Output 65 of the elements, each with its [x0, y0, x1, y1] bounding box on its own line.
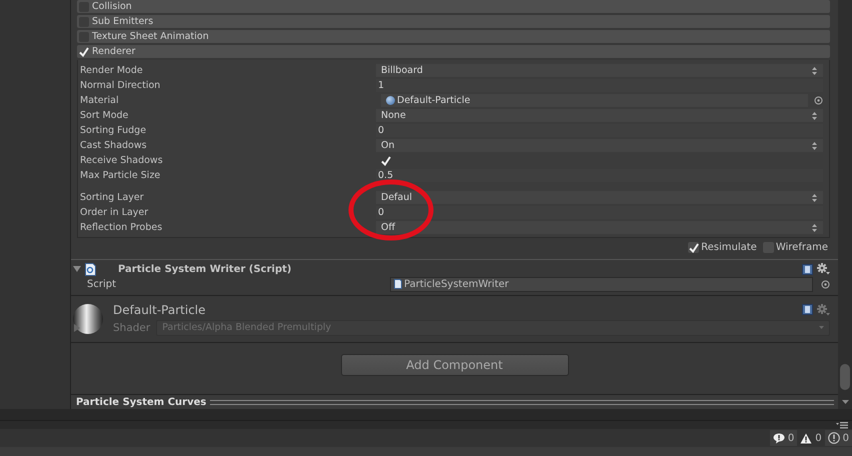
property-label: Script	[87, 278, 118, 290]
module-title: Renderer	[92, 46, 136, 57]
dropdown-arrow-icon	[812, 194, 817, 202]
module-title: Collision	[92, 1, 132, 12]
property-label: Reflection Probes	[79, 222, 164, 233]
count-label: 0	[842, 432, 849, 444]
checkbox[interactable]	[79, 46, 89, 56]
component-title: Particle System Writer (Script)	[118, 264, 292, 274]
module-title: Sub Emitters	[92, 16, 154, 27]
property-label: Material	[79, 95, 120, 106]
module-header[interactable]: Sub Emitters	[77, 15, 830, 28]
foldout-arrow-icon[interactable]	[73, 324, 81, 332]
count-label: 0	[788, 432, 794, 444]
foldout-arrow-icon[interactable]	[73, 265, 81, 273]
curves-title: Particle System Curves	[76, 396, 206, 408]
property-label: Max Particle Size	[79, 170, 162, 181]
dropdown-arrow-icon	[812, 112, 817, 120]
gear-icon[interactable]	[817, 263, 830, 275]
error-icon[interactable]	[828, 432, 840, 444]
checkbox[interactable]	[381, 154, 393, 166]
material-preview-icon	[73, 304, 103, 334]
speech-bubble-icon[interactable]	[772, 432, 785, 444]
scroll-down-arrow-icon[interactable]	[842, 400, 848, 405]
help-book-icon[interactable]	[802, 264, 813, 274]
checkbox[interactable]	[688, 242, 700, 253]
material-name: Default-Particle	[113, 302, 206, 316]
menu-icon[interactable]	[836, 422, 848, 429]
module-header[interactable]: Collision	[77, 0, 830, 13]
dropdown-arrow-icon	[812, 224, 817, 232]
dropdown-field[interactable]: On	[376, 139, 823, 152]
property-label: Order in Layer	[79, 207, 150, 218]
property-label: Cast Shadows	[79, 140, 148, 151]
dropdown-arrow-icon	[812, 66, 817, 74]
dropdown-arrow-icon	[819, 326, 824, 330]
dropdown-field[interactable]: Billboard	[376, 64, 823, 77]
shader-label: Shader	[113, 322, 150, 334]
dropdown-field[interactable]: Off	[376, 221, 823, 234]
property-label: Normal Direction	[79, 80, 162, 91]
count-label: 0	[815, 432, 822, 444]
script-file-icon	[85, 262, 96, 276]
property-label: Sorting Layer	[79, 192, 145, 203]
toggle-label: Wireframe	[776, 242, 828, 253]
sphere-icon	[386, 96, 395, 105]
gear-icon[interactable]	[817, 304, 830, 316]
property-label: Sort Mode	[79, 110, 130, 121]
object-picker-icon[interactable]	[821, 280, 830, 288]
object-field[interactable]: Default-Particle	[381, 94, 808, 107]
dropdown-arrow-icon	[812, 142, 817, 150]
warning-icon[interactable]	[800, 432, 812, 444]
property-label: Sorting Fudge	[79, 125, 148, 136]
module-header[interactable]: Texture Sheet Animation	[77, 30, 830, 43]
add-component-button[interactable]: Add Component	[340, 354, 568, 376]
toggle-label: Resimulate	[701, 242, 757, 253]
help-book-icon[interactable]	[802, 304, 813, 315]
module-title: Texture Sheet Animation	[92, 31, 209, 42]
curves-header[interactable]: Particle System Curves	[71, 394, 838, 409]
scrollbar-thumb[interactable]	[840, 364, 850, 390]
module-header[interactable]: Renderer	[77, 45, 830, 58]
property-label: Receive Shadows	[79, 155, 164, 166]
script-field[interactable]: ParticleSystemWriter	[390, 276, 813, 292]
property-label: Render Mode	[79, 65, 144, 76]
script-file-icon	[394, 279, 402, 289]
dropdown-field[interactable]: Defaul	[376, 191, 823, 204]
dropdown-field[interactable]: None	[376, 109, 823, 122]
object-picker-icon[interactable]	[814, 96, 823, 105]
